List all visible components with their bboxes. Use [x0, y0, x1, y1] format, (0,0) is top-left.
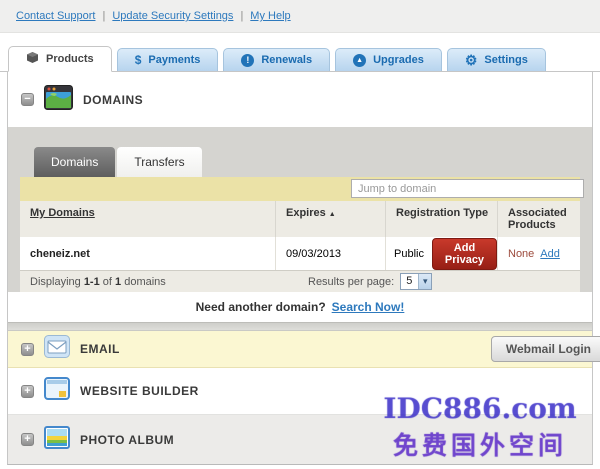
tab-upgrades[interactable]: ▲ Upgrades	[335, 48, 442, 71]
tab-payments[interactable]: $ Payments	[117, 48, 219, 71]
subtab-domains[interactable]: Domains	[34, 147, 115, 177]
website-builder-section-header: + WEBSITE BUILDER	[8, 368, 592, 415]
contact-support-link[interactable]: Contact Support	[16, 10, 96, 22]
tab-label: Products	[46, 53, 94, 65]
domain-expiry-date: 09/03/2013	[286, 248, 341, 260]
domains-table-header: My Domains Expires▲ Registration Type As…	[20, 201, 580, 237]
expires-column-header[interactable]: Expires	[286, 207, 326, 219]
results-per-page-control: Results per page: 5	[308, 273, 432, 290]
section-divider	[8, 322, 592, 331]
domains-section-header: − DOMAINS	[8, 72, 592, 127]
selected-value: 5	[401, 274, 418, 289]
domains-section-title: DOMAINS	[83, 93, 143, 107]
displaying-text: Displaying 1-1 of 1 domains	[30, 276, 166, 288]
link-separator: |	[103, 10, 106, 22]
associated-products-value: None	[508, 248, 534, 260]
website-builder-section-title: WEBSITE BUILDER	[80, 384, 199, 398]
tab-label: Payments	[148, 54, 200, 66]
expand-button[interactable]: +	[21, 385, 34, 398]
jump-to-domain-input[interactable]	[351, 179, 584, 198]
email-section-title: EMAIL	[80, 342, 120, 356]
products-panel: − DOMAINS Domains Transfers	[7, 72, 593, 465]
account-products-page: Contact Support | Update Security Settin…	[0, 0, 600, 469]
email-icon	[44, 335, 70, 363]
add-associated-product-link[interactable]: Add	[540, 248, 560, 260]
chevron-down-icon	[418, 274, 431, 289]
associated-products-column-header: Associated Products	[508, 207, 567, 231]
need-domain-text: Need another domain?	[196, 300, 326, 314]
registration-type-column-header: Registration Type	[396, 207, 488, 219]
my-help-link[interactable]: My Help	[250, 10, 290, 22]
results-per-page-label: Results per page:	[308, 276, 394, 288]
package-icon	[26, 51, 39, 67]
expand-button[interactable]: +	[21, 343, 34, 356]
exclamation-circle-icon: !	[241, 54, 254, 67]
tab-products[interactable]: Products	[8, 46, 112, 72]
domain-search-bar	[20, 177, 580, 201]
domains-subtab-bar: Domains Transfers	[20, 147, 580, 177]
need-domain-row: Need another domain? Search Now!	[8, 292, 592, 322]
expand-button[interactable]: +	[21, 433, 34, 446]
collapse-button[interactable]: −	[21, 93, 34, 106]
photo-album-section-header: + PHOTO ALBUM	[8, 415, 592, 464]
photo-album-icon	[44, 426, 70, 454]
registration-type-value: Public	[394, 248, 424, 260]
tab-renewals[interactable]: ! Renewals	[223, 48, 330, 71]
email-section-header: + EMAIL Webmail Login	[8, 331, 592, 368]
results-per-page-select[interactable]: 5	[400, 273, 432, 290]
website-builder-icon	[44, 377, 70, 405]
photo-album-section-title: PHOTO ALBUM	[80, 433, 174, 447]
link-separator: |	[240, 10, 243, 22]
my-domains-column-header[interactable]: My Domains	[30, 207, 95, 219]
domains-table-footer: Displaying 1-1 of 1 domains Results per …	[20, 270, 580, 292]
main-tab-bar: Products $ Payments ! Renewals ▲ Upgrade…	[0, 33, 600, 72]
top-links-bar: Contact Support | Update Security Settin…	[0, 0, 600, 33]
up-arrow-circle-icon: ▲	[353, 54, 366, 67]
tab-label: Settings	[484, 54, 527, 66]
subtab-transfers[interactable]: Transfers	[117, 147, 201, 177]
dollar-icon: $	[135, 53, 142, 67]
tab-label: Upgrades	[373, 54, 424, 66]
tab-label: Renewals	[261, 54, 312, 66]
gear-icon: ⚙	[465, 53, 478, 67]
update-security-settings-link[interactable]: Update Security Settings	[112, 10, 233, 22]
sort-ascending-icon: ▲	[329, 211, 336, 218]
tab-settings[interactable]: ⚙ Settings	[447, 48, 546, 71]
domain-table-row: cheneiz.net 09/03/2013 Public Add Privac…	[20, 237, 580, 270]
webmail-login-button[interactable]: Webmail Login	[491, 336, 600, 362]
add-privacy-button[interactable]: Add Privacy	[432, 238, 497, 270]
search-now-link[interactable]: Search Now!	[332, 300, 405, 314]
domains-icon	[44, 85, 73, 115]
domains-module: Domains Transfers My Domains Expires▲ Re…	[8, 127, 592, 292]
domains-table: My Domains Expires▲ Registration Type As…	[20, 201, 580, 292]
domain-name: cheneiz.net	[30, 248, 90, 260]
